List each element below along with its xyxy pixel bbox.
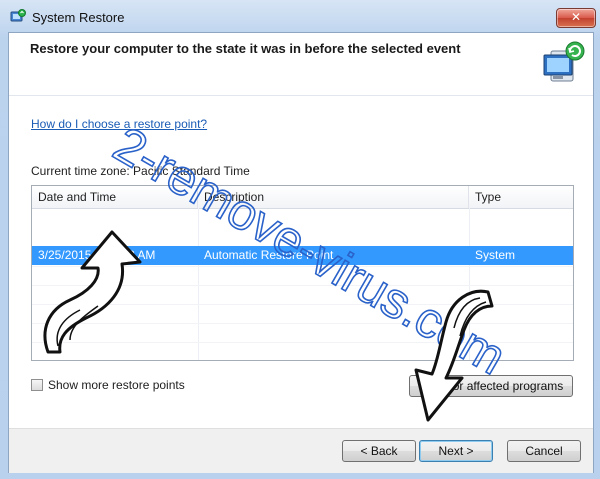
close-icon: ✕ [570, 10, 582, 24]
help-link[interactable]: How do I choose a restore point? [31, 117, 207, 131]
button-bar: < Back Next > Cancel [9, 428, 593, 473]
header-band: Restore your computer to the state it wa… [9, 33, 593, 96]
column-header-description[interactable]: Description [198, 186, 469, 208]
cell-description: Automatic Restore Point [204, 248, 334, 262]
row-divider [32, 304, 573, 305]
dialog-content: Restore your computer to the state it wa… [8, 32, 594, 473]
column-divider [198, 208, 199, 360]
row-divider [32, 266, 573, 267]
column-header-type[interactable]: Type [469, 186, 573, 208]
page-heading: Restore your computer to the state it wa… [30, 41, 461, 56]
show-more-label: Show more restore points [48, 378, 185, 392]
cell-type: System [475, 248, 516, 262]
back-button[interactable]: < Back [342, 440, 416, 462]
row-divider [32, 323, 573, 324]
column-header-date[interactable]: Date and Time [32, 186, 198, 208]
restore-computer-icon [543, 41, 585, 82]
restore-points-table[interactable]: Date and Time Description Type 3/25/2015… [31, 185, 574, 361]
next-button[interactable]: Next > [419, 440, 493, 462]
close-button[interactable]: ✕ [556, 8, 596, 28]
column-divider [469, 208, 470, 360]
window-title: System Restore [32, 10, 125, 25]
cancel-button[interactable]: Cancel [507, 440, 581, 462]
table-row[interactable]: 3/25/2015 1:30:33 AM Automatic Restore P… [32, 246, 573, 265]
system-restore-window: System Restore ✕ Restore your computer t… [0, 0, 600, 479]
system-restore-icon [10, 9, 26, 22]
row-divider [32, 285, 573, 286]
title-bar: System Restore ✕ [0, 0, 600, 34]
scan-affected-programs-button[interactable]: Scan for affected programs [409, 375, 573, 397]
timezone-label: Current time zone: Pacific Standard Time [31, 164, 250, 178]
show-more-checkbox[interactable] [31, 379, 43, 391]
cell-date: 3/25/2015 1:30:33 AM [38, 248, 156, 262]
row-divider [32, 342, 573, 343]
table-header: Date and Time Description Type [32, 186, 573, 209]
